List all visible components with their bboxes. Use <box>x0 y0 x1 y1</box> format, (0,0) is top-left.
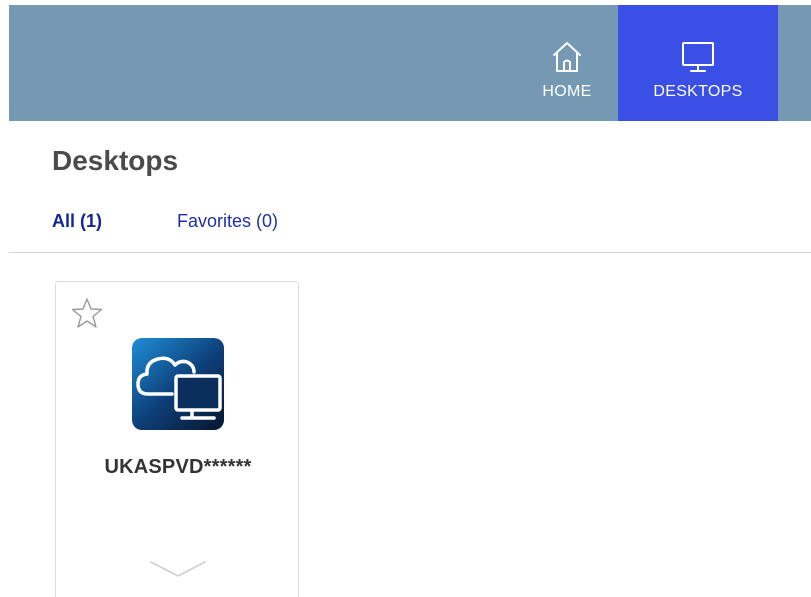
tab-all[interactable]: All (1) <box>52 211 102 232</box>
monitor-icon <box>682 42 714 72</box>
tabs-divider <box>9 252 811 253</box>
desktop-tile[interactable]: UKASPVD****** <box>55 281 299 597</box>
nav-desktops-label: DESKTOPS <box>653 83 743 100</box>
tab-favorites[interactable]: Favorites (0) <box>177 211 278 232</box>
nav-desktops[interactable]: DESKTOPS <box>618 5 778 121</box>
home-icon <box>553 42 581 72</box>
nav-home-label: HOME <box>542 83 592 100</box>
star-outline-icon[interactable] <box>70 296 104 330</box>
chevron-down-icon[interactable] <box>148 558 208 582</box>
nav-home[interactable]: HOME <box>517 5 617 121</box>
storefront-page: HOME DESKTOPS Desktops All (1) Favorites… <box>0 0 811 597</box>
desktop-name: UKASPVD****** <box>104 456 252 478</box>
cloud-desktop-icon <box>132 338 224 430</box>
page-title: Desktops <box>52 145 179 176</box>
top-nav-bar: HOME DESKTOPS <box>9 5 811 121</box>
